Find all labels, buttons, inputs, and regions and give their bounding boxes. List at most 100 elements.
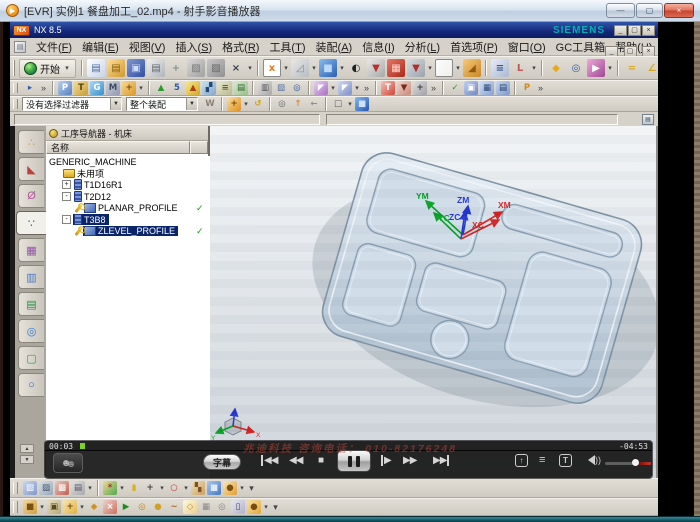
list-output-icon[interactable]: ▥	[258, 81, 272, 95]
datum-csys-icon[interactable]: x	[263, 59, 281, 77]
copy-icon[interactable]: ▨	[187, 59, 205, 77]
toolbar-overflow-icon[interactable]: »	[361, 83, 372, 93]
machine-tool-navigator-tab[interactable]: ▦	[18, 238, 44, 262]
orient-view-icon[interactable]: ↑	[291, 97, 305, 111]
invert-shown-icon[interactable]: ▨	[39, 481, 53, 495]
feeds-speeds-icon[interactable]: ◎	[290, 81, 304, 95]
history-tab[interactable]: ○	[18, 373, 44, 397]
measure-distance-icon[interactable]: =	[623, 59, 641, 77]
dropdown-arrow-icon[interactable]: ▾	[338, 64, 346, 72]
menu-首选项[interactable]: 首选项(P)	[445, 37, 503, 57]
control-point-icon[interactable]: ◆	[87, 500, 101, 514]
part-navigator-tab[interactable]: Ø	[18, 184, 44, 208]
menu-窗口[interactable]: 窗口(O)	[503, 37, 551, 57]
view-menu-icon[interactable]: ▸	[23, 81, 37, 95]
snap-enable-icon[interactable]: ■	[23, 500, 37, 514]
menu-插入[interactable]: 插入(S)	[170, 37, 217, 57]
measure-angle-icon[interactable]: ∠	[643, 59, 658, 77]
intersection-point-icon[interactable]: ×	[103, 500, 117, 514]
wcs-dynamics-icon[interactable]: +	[167, 59, 185, 77]
stop-button[interactable]: ■	[318, 455, 323, 466]
wave-geometry-linker-icon[interactable]: L	[511, 59, 529, 77]
pattern-feature-icon[interactable]: ▦	[387, 59, 405, 77]
edge-blend-icon[interactable]: ◢	[463, 59, 481, 77]
dropdown-arrow-icon[interactable]: ▾	[282, 64, 290, 72]
menu-分析[interactable]: 分析(L)	[400, 37, 445, 57]
information-window-icon[interactable]: ≡	[491, 59, 509, 77]
dropdown-arrow-icon[interactable]: ▾	[118, 484, 126, 492]
menu-信息[interactable]: 信息(I)	[357, 37, 399, 57]
context-cursor-icon[interactable]: ◤	[314, 81, 328, 95]
workpiece-icon[interactable]: ▧	[274, 81, 288, 95]
mdi-restore-button[interactable]: ▢	[624, 46, 637, 57]
verify-toolpath-icon[interactable]: ▲	[186, 81, 200, 95]
playlist-button[interactable]: ≡	[539, 454, 545, 466]
tree-item-T2D12[interactable]: -T2D12	[46, 191, 210, 203]
tree-item-未用项[interactable]: 未用项	[46, 168, 210, 180]
toolbar-overflow-icon[interactable]: »	[428, 83, 439, 93]
table-output-icon[interactable]: ▤	[496, 81, 510, 95]
dropdown-arrow-icon[interactable]: ▾	[606, 64, 614, 72]
dropdown-arrow-icon[interactable]: ▾	[310, 64, 318, 72]
quadrant-point-icon[interactable]: ◎	[135, 500, 149, 514]
rewind-button[interactable]: ◀◀	[289, 455, 302, 466]
touch-mode-icon[interactable]: W	[203, 97, 217, 111]
analysis-grid-icon[interactable]: ▦	[480, 81, 494, 95]
menu-工具[interactable]: 工具(T)	[264, 37, 310, 57]
annotation-style-icon[interactable]: T	[381, 81, 395, 95]
tree-expander-icon[interactable]: -	[62, 192, 71, 201]
player-close-button[interactable]: ×	[664, 3, 694, 18]
point-on-curve-icon[interactable]: ~	[167, 500, 181, 514]
dropdown-arrow-icon[interactable]: ▾	[86, 484, 94, 492]
layer-settings-icon[interactable]: ▤	[71, 481, 85, 495]
tree-item-PLANAR_PROFILE[interactable]: PLANAR_PROFILE✓	[46, 202, 210, 214]
pointer-tool-icon[interactable]: ◤	[338, 81, 352, 95]
tree-item-T1D16R1[interactable]: +T1D16R1	[46, 179, 210, 191]
snap-point-icon[interactable]: +	[227, 97, 241, 111]
nx-restore-button[interactable]: ▢	[628, 25, 641, 36]
true-shading-icon[interactable]: ▚	[191, 481, 205, 495]
post-process-icon[interactable]: ≡	[218, 81, 232, 95]
previous-button[interactable]: ◀◀	[261, 455, 277, 466]
shell-icon[interactable]: ▼	[407, 59, 425, 77]
shaded-view-icon[interactable]: ■	[355, 97, 369, 111]
dropdown-arrow-icon[interactable]: ▾	[353, 84, 361, 92]
background-icon[interactable]: ■	[207, 481, 221, 495]
delete-icon[interactable]: ×	[227, 59, 245, 77]
point-dialog-icon[interactable]: ◆	[547, 59, 565, 77]
flag-note-icon[interactable]: P	[520, 81, 534, 95]
column-header-name[interactable]: 名称	[46, 141, 190, 154]
dropdown-arrow-icon[interactable]: ▾	[238, 484, 246, 492]
end-point-icon[interactable]: ▣	[47, 500, 61, 514]
pause-button[interactable]	[337, 450, 371, 472]
create-method-icon[interactable]: M	[106, 81, 120, 95]
toolbar-overflow-icon[interactable]: »	[535, 83, 546, 93]
player-maximize-button[interactable]: ▢	[636, 3, 663, 18]
marquee-select-icon[interactable]: □	[331, 97, 345, 111]
new-file-icon[interactable]: ▤	[87, 59, 105, 77]
web-browser-tab[interactable]: ◎	[18, 319, 44, 343]
extrude-icon[interactable]: ■	[319, 59, 337, 77]
edit-toolpath-icon[interactable]: ▼	[397, 81, 411, 95]
print-icon[interactable]: ▤	[147, 59, 165, 77]
nx-close-button[interactable]: ×	[642, 25, 655, 36]
shop-documentation-icon[interactable]: ▤	[234, 81, 248, 95]
resource-scroll-down[interactable]: ▼	[20, 455, 34, 464]
start-menu-button[interactable]: 开始 ▾	[19, 59, 76, 78]
create-program-icon[interactable]: P	[58, 81, 72, 95]
divide-toolpath-icon[interactable]: +	[413, 81, 427, 95]
volume-slider[interactable]	[605, 461, 651, 467]
bounded-grid-icon[interactable]: ▦	[199, 500, 213, 514]
dropdown-arrow-icon[interactable]: ▾	[454, 64, 462, 72]
menu-装配[interactable]: 装配(A)	[311, 37, 358, 57]
menu-文件[interactable]: 文件(F)	[31, 37, 77, 57]
tree-item-ZLEVEL_PROFILE[interactable]: ZLEVEL_PROFILE✓	[46, 226, 210, 238]
dropdown-arrow-icon[interactable]: ▾	[78, 503, 86, 511]
hole-icon[interactable]: ▼	[367, 59, 385, 77]
open-folder-icon[interactable]: ▤	[107, 59, 125, 77]
generate-toolpath-icon[interactable]: ▲	[154, 81, 168, 95]
dropdown-arrow-icon[interactable]: ▾	[182, 484, 190, 492]
point-on-surface-icon[interactable]: ◇	[183, 500, 197, 514]
selection-scope-combo[interactable]: 整个装配▼	[126, 97, 198, 111]
simulate-machine-icon[interactable]: ▞	[202, 81, 216, 95]
